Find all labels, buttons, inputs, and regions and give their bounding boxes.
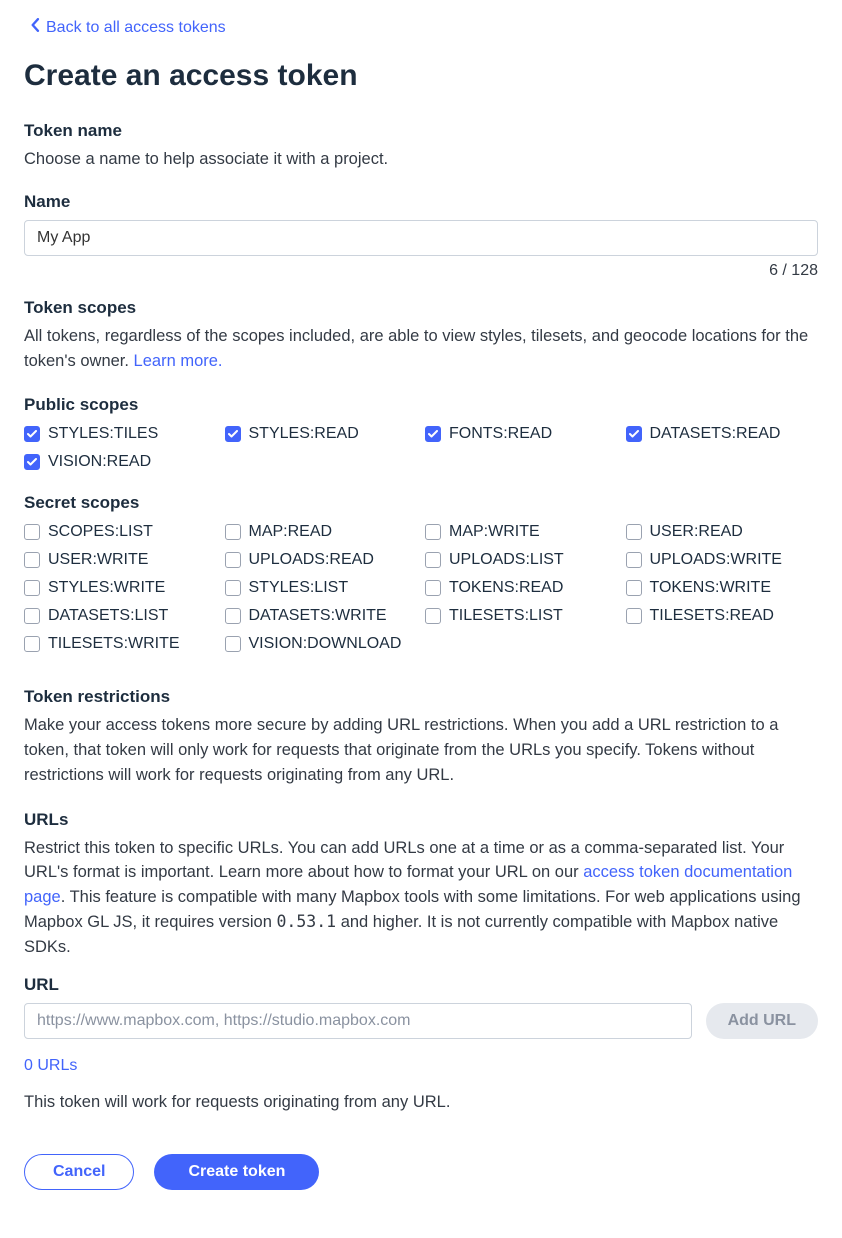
- secret-scope-item: TILESETS:WRITE: [24, 635, 217, 653]
- name-field-label: Name: [24, 192, 818, 212]
- secret-scope-item: STYLES:LIST: [225, 579, 418, 597]
- url-count: 0 URLs: [24, 1057, 818, 1075]
- add-url-button[interactable]: Add URL: [706, 1003, 818, 1039]
- secret-scope-item: USER:READ: [626, 523, 819, 541]
- token-name-title: Token name: [24, 121, 818, 141]
- page-title: Create an access token: [24, 59, 818, 93]
- public-scope-item: FONTS:READ: [425, 425, 618, 443]
- token-scopes-desc: All tokens, regardless of the scopes inc…: [24, 324, 818, 374]
- scope-label[interactable]: DATASETS:LIST: [48, 607, 168, 625]
- secret-scope-item: DATASETS:WRITE: [225, 607, 418, 625]
- scope-label[interactable]: TILESETS:WRITE: [48, 635, 180, 653]
- scope-label[interactable]: TOKENS:READ: [449, 579, 563, 597]
- secret-scope-item: MAP:WRITE: [425, 523, 618, 541]
- scope-checkbox[interactable]: [626, 552, 642, 568]
- scope-label[interactable]: VISION:DOWNLOAD: [249, 635, 402, 653]
- scope-checkbox[interactable]: [626, 524, 642, 540]
- scope-checkbox[interactable]: [425, 524, 441, 540]
- public-scopes-heading: Public scopes: [24, 395, 818, 415]
- restrictions-desc: Make your access tokens more secure by a…: [24, 713, 818, 787]
- scope-checkbox[interactable]: [626, 580, 642, 596]
- token-name-desc: Choose a name to help associate it with …: [24, 147, 818, 172]
- secret-scopes-grid: SCOPES:LIST MAP:READ MAP:WRITE USER:READ USE…: [24, 523, 818, 653]
- scope-label[interactable]: MAP:READ: [249, 523, 333, 541]
- scope-checkbox[interactable]: [24, 580, 40, 596]
- public-scopes-grid: STYLES:TILES STYLES:READ FONTS:READ DATASET…: [24, 425, 818, 471]
- secret-scope-item: TOKENS:READ: [425, 579, 618, 597]
- chevron-left-icon: [30, 18, 40, 37]
- create-token-button[interactable]: Create token: [154, 1154, 319, 1190]
- token-name-input[interactable]: [24, 220, 818, 256]
- public-scope-item: STYLES:TILES: [24, 425, 217, 443]
- scope-checkbox[interactable]: [425, 426, 441, 442]
- scope-checkbox[interactable]: [24, 552, 40, 568]
- public-scope-item: STYLES:READ: [225, 425, 418, 443]
- secret-scopes-heading: Secret scopes: [24, 493, 818, 513]
- secret-scope-item: SCOPES:LIST: [24, 523, 217, 541]
- secret-scope-item: STYLES:WRITE: [24, 579, 217, 597]
- scope-checkbox[interactable]: [24, 524, 40, 540]
- scope-label[interactable]: VISION:READ: [48, 453, 151, 471]
- scope-label[interactable]: USER:READ: [650, 523, 743, 541]
- scope-checkbox[interactable]: [24, 608, 40, 624]
- public-scope-item: DATASETS:READ: [626, 425, 819, 443]
- scope-checkbox[interactable]: [225, 580, 241, 596]
- urls-title: URLs: [24, 810, 818, 830]
- back-link-label: Back to all access tokens: [46, 19, 226, 37]
- url-input[interactable]: [24, 1003, 692, 1039]
- secret-scope-item: VISION:DOWNLOAD: [225, 635, 418, 653]
- back-link[interactable]: Back to all access tokens: [30, 18, 226, 37]
- secret-scope-item: UPLOADS:LIST: [425, 551, 618, 569]
- scope-label[interactable]: UPLOADS:LIST: [449, 551, 564, 569]
- scope-label[interactable]: UPLOADS:READ: [249, 551, 374, 569]
- secret-scope-item: USER:WRITE: [24, 551, 217, 569]
- scope-checkbox[interactable]: [425, 552, 441, 568]
- secret-scope-item: UPLOADS:WRITE: [626, 551, 819, 569]
- scope-label[interactable]: STYLES:WRITE: [48, 579, 165, 597]
- scope-checkbox[interactable]: [24, 636, 40, 652]
- learn-more-link[interactable]: Learn more.: [134, 352, 223, 370]
- secret-scope-item: TILESETS:LIST: [425, 607, 618, 625]
- scope-label[interactable]: DATASETS:READ: [650, 425, 781, 443]
- cancel-button[interactable]: Cancel: [24, 1154, 134, 1190]
- scope-label[interactable]: DATASETS:WRITE: [249, 607, 387, 625]
- scope-checkbox[interactable]: [225, 552, 241, 568]
- restrictions-title: Token restrictions: [24, 687, 818, 707]
- scope-checkbox[interactable]: [225, 426, 241, 442]
- scope-label[interactable]: SCOPES:LIST: [48, 523, 153, 541]
- scope-checkbox[interactable]: [425, 608, 441, 624]
- secret-scope-item: UPLOADS:READ: [225, 551, 418, 569]
- secret-scope-item: DATASETS:LIST: [24, 607, 217, 625]
- secret-scope-item: MAP:READ: [225, 523, 418, 541]
- token-scopes-title: Token scopes: [24, 298, 818, 318]
- scope-label[interactable]: UPLOADS:WRITE: [650, 551, 782, 569]
- char-count: 6 / 128: [24, 262, 818, 280]
- scope-label[interactable]: USER:WRITE: [48, 551, 148, 569]
- scope-checkbox[interactable]: [225, 636, 241, 652]
- secret-scope-item: TILESETS:READ: [626, 607, 819, 625]
- scope-label[interactable]: MAP:WRITE: [449, 523, 540, 541]
- urls-desc: Restrict this token to specific URLs. Yo…: [24, 836, 818, 960]
- scope-label[interactable]: TILESETS:READ: [650, 607, 774, 625]
- url-note: This token will work for requests origin…: [24, 1093, 818, 1112]
- scope-label[interactable]: TOKENS:WRITE: [650, 579, 772, 597]
- scope-checkbox[interactable]: [425, 580, 441, 596]
- url-field-label: URL: [24, 975, 818, 995]
- scope-checkbox[interactable]: [626, 426, 642, 442]
- scope-checkbox[interactable]: [24, 454, 40, 470]
- secret-scope-item: TOKENS:WRITE: [626, 579, 819, 597]
- scope-checkbox[interactable]: [24, 426, 40, 442]
- scope-label[interactable]: STYLES:READ: [249, 425, 359, 443]
- scope-label[interactable]: TILESETS:LIST: [449, 607, 563, 625]
- scope-label[interactable]: FONTS:READ: [449, 425, 552, 443]
- public-scope-item: VISION:READ: [24, 453, 217, 471]
- version-text: 0.53.1: [277, 912, 337, 931]
- scope-checkbox[interactable]: [626, 608, 642, 624]
- scope-checkbox[interactable]: [225, 608, 241, 624]
- scope-checkbox[interactable]: [225, 524, 241, 540]
- scope-label[interactable]: STYLES:LIST: [249, 579, 349, 597]
- scope-label[interactable]: STYLES:TILES: [48, 425, 158, 443]
